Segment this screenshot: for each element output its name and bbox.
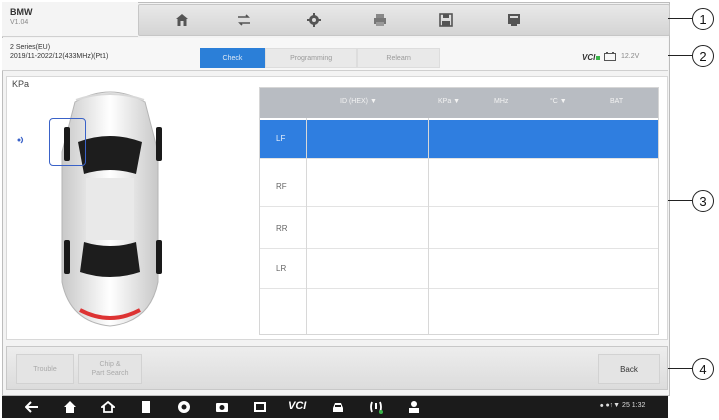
house-outline-icon[interactable] <box>100 399 116 415</box>
recent-apps-icon[interactable] <box>138 399 154 415</box>
row-position-label: RR <box>276 224 288 233</box>
vehicle-swap-icon[interactable] <box>235 11 253 29</box>
callout-1: 1 <box>692 8 714 30</box>
table-header: ID (HEX) ▼ KPa ▼ MHz °C ▼ BAT <box>260 88 658 118</box>
vci-label: VCI <box>582 53 596 62</box>
system-status-tray: ⦁ ●↑▼ 25 1:32 <box>600 402 646 409</box>
browser-icon[interactable] <box>176 399 192 415</box>
software-version: V1.04 <box>10 19 29 26</box>
print-icon[interactable] <box>371 11 389 29</box>
vci-connected-icon <box>596 56 601 60</box>
callout-leader-3 <box>668 200 692 201</box>
tab-check[interactable]: Check <box>200 48 265 68</box>
pressure-unit-label: KPa <box>12 79 30 89</box>
table-row-rf[interactable]: RF <box>260 168 658 207</box>
display-icon[interactable] <box>252 399 268 415</box>
tab-relearn[interactable]: Relearn <box>357 48 440 68</box>
chip-label-line2: Part Search <box>91 370 129 377</box>
col-battery[interactable]: BAT <box>610 98 623 105</box>
callout-4: 4 <box>692 358 714 380</box>
col-mhz[interactable]: MHz <box>494 98 508 105</box>
chip-label-line1: Chip & <box>99 361 121 368</box>
callout-leader-1 <box>668 18 692 19</box>
vehicle-years: 2019/11-2022/12(433MHz)(Pt1) <box>10 53 109 60</box>
back-arrow-icon[interactable] <box>24 399 40 415</box>
back-button[interactable]: Back <box>598 354 660 384</box>
battery-voltage: 12.2V <box>621 53 640 60</box>
sensor-signal-icon <box>17 136 24 144</box>
column-divider <box>306 118 307 334</box>
table-row-lr[interactable]: LR <box>260 250 658 289</box>
col-kpa[interactable]: KPa ▼ <box>438 98 460 105</box>
selected-tire-highlight[interactable] <box>49 118 86 166</box>
camera-icon[interactable] <box>214 399 230 415</box>
settings-gear-icon[interactable] <box>305 11 323 29</box>
callout-leader-4 <box>668 368 692 369</box>
vci-status: VCI <box>582 53 601 62</box>
toolbar <box>138 4 670 36</box>
row-position-label: LF <box>276 134 286 143</box>
home-icon[interactable] <box>173 11 191 29</box>
row-position-label: LR <box>276 264 287 273</box>
column-divider <box>428 118 429 334</box>
table-row-empty[interactable] <box>260 290 658 328</box>
table-row-rr[interactable]: RR <box>260 210 658 249</box>
tpms-icon[interactable] <box>368 399 384 415</box>
sensor-table: ID (HEX) ▼ KPa ▼ MHz °C ▼ BAT LF RF RR L… <box>259 87 659 335</box>
save-icon[interactable] <box>437 11 455 29</box>
col-id-hex[interactable]: ID (HEX) ▼ <box>340 98 377 105</box>
tab-programming[interactable]: Programming <box>264 48 358 68</box>
brand-name: BMW <box>10 7 33 17</box>
mechanic-icon[interactable] <box>406 399 422 415</box>
home-nav-icon[interactable] <box>62 399 78 415</box>
battery-icon <box>604 52 616 61</box>
chip-part-search-button[interactable]: Chip & Part Search <box>78 354 142 384</box>
function-tabs: Check Programming Relearn <box>200 48 440 68</box>
callout-leader-2 <box>668 55 692 56</box>
brand-block: BMW V1.04 <box>2 2 138 37</box>
table-row-lf[interactable]: LF <box>260 120 658 159</box>
data-logging-icon[interactable] <box>505 11 523 29</box>
row-position-label: RF <box>276 182 287 191</box>
trouble-button[interactable]: Trouble <box>16 354 74 384</box>
callout-3: 3 <box>692 190 714 212</box>
vehicle-model: 2 Series(EU) <box>10 44 51 51</box>
vci-nav-label[interactable]: VCI <box>288 400 306 412</box>
col-temperature[interactable]: °C ▼ <box>550 98 567 105</box>
callout-2: 2 <box>692 45 714 67</box>
car-icon[interactable] <box>330 399 346 415</box>
